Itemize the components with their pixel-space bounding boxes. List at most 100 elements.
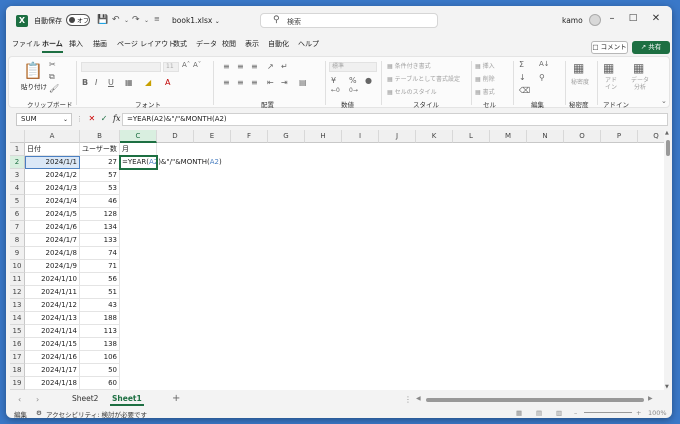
date-cell[interactable]: 2024/1/16	[25, 351, 80, 364]
scroll-right-icon[interactable]: ▶	[648, 395, 653, 402]
cell-styles-button[interactable]: ▦ セルのスタイル	[387, 87, 437, 96]
redo-dropdown-icon[interactable]: ⌄	[144, 17, 149, 24]
customize-toolbar-icon[interactable]: ≡	[154, 15, 160, 23]
tab-data[interactable]: データ	[196, 39, 217, 49]
select-all-corner[interactable]	[10, 130, 25, 143]
conditional-format-button[interactable]: ▦ 条件付き書式	[387, 61, 431, 70]
merge-cells-icon[interactable]: ▤	[299, 78, 307, 87]
user-count-cell[interactable]: 74	[80, 247, 120, 260]
column-header-d[interactable]: D	[157, 130, 194, 143]
column-header-c[interactable]: C	[120, 130, 157, 143]
name-box[interactable]: SUM ⌄	[16, 113, 72, 126]
percent-icon[interactable]: %	[349, 76, 357, 85]
row-header[interactable]: 13	[10, 299, 25, 312]
page-layout-view-icon[interactable]: ▤	[536, 409, 542, 417]
scroll-left-icon[interactable]: ◀	[416, 395, 421, 402]
prev-sheet-icon[interactable]: ‹	[18, 395, 21, 404]
copy-icon[interactable]: ⧉	[49, 72, 55, 82]
date-cell[interactable]: 2024/1/15	[25, 338, 80, 351]
date-cell[interactable]: 2024/1/10	[25, 273, 80, 286]
user-count-cell[interactable]: 56	[80, 273, 120, 286]
date-cell[interactable]: 2024/1/9	[25, 260, 80, 273]
column-header-p[interactable]: P	[601, 130, 638, 143]
align-top-icon[interactable]: ≡	[223, 62, 230, 71]
next-sheet-icon[interactable]: ›	[36, 395, 39, 404]
column-header-i[interactable]: I	[342, 130, 379, 143]
cell-c1[interactable]: 月	[120, 143, 157, 156]
align-middle-icon[interactable]: ≡	[237, 62, 244, 71]
tab-help[interactable]: ヘルプ	[298, 39, 319, 49]
minimize-icon[interactable]: –	[605, 13, 619, 24]
addins-icon[interactable]: ▦	[603, 61, 614, 75]
user-count-cell[interactable]: 188	[80, 312, 120, 325]
insert-cells-button[interactable]: ▦ 挿入	[475, 61, 495, 70]
row-header[interactable]: 17	[10, 351, 25, 364]
cell-b1[interactable]: ユーザー数	[80, 143, 120, 156]
format-as-table-button[interactable]: ▦ テーブルとして書式設定	[387, 74, 460, 83]
format-cells-button[interactable]: ▦ 書式	[475, 87, 495, 96]
row-header[interactable]: 14	[10, 312, 25, 325]
font-grow-icon[interactable]: Aˆ	[182, 61, 190, 69]
user-count-cell[interactable]: 134	[80, 221, 120, 234]
tab-page-layout[interactable]: ページ レイアウト	[117, 39, 175, 49]
align-center-icon[interactable]: ≡	[237, 78, 244, 87]
find-select-icon[interactable]: ⚲	[539, 73, 545, 82]
comma-icon[interactable]: ●	[365, 76, 372, 85]
column-header-f[interactable]: F	[231, 130, 268, 143]
tab-draw[interactable]: 描画	[93, 39, 107, 49]
date-cell[interactable]: 2024/1/7	[25, 234, 80, 247]
horizontal-scroll-thumb[interactable]	[426, 398, 644, 402]
align-left-icon[interactable]: ≡	[223, 78, 230, 87]
avatar[interactable]	[589, 14, 601, 26]
decrease-indent-icon[interactable]: ⇤	[267, 78, 274, 87]
zoom-in-icon[interactable]: +	[636, 409, 641, 417]
currency-icon[interactable]: ¥	[331, 76, 336, 85]
tab-automate[interactable]: 自動化	[268, 39, 289, 49]
sort-filter-icon[interactable]: A↓	[539, 60, 550, 68]
tab-view[interactable]: 表示	[245, 39, 259, 49]
sensitivity-button-label[interactable]: 秘密度	[571, 77, 589, 86]
bold-icon[interactable]: B	[82, 78, 88, 87]
row-header[interactable]: 3	[10, 169, 25, 182]
zoom-out-icon[interactable]: –	[574, 409, 577, 417]
row-header[interactable]: 4	[10, 182, 25, 195]
search-box[interactable]: ⚲ 検索	[260, 13, 438, 28]
user-count-cell[interactable]: 50	[80, 364, 120, 377]
column-header-h[interactable]: H	[305, 130, 342, 143]
format-painter-icon[interactable]: 🖌	[49, 84, 59, 93]
row-header[interactable]: 16	[10, 338, 25, 351]
column-header-n[interactable]: N	[527, 130, 564, 143]
column-header-l[interactable]: L	[453, 130, 490, 143]
data-analysis-icon[interactable]: ▦	[633, 61, 644, 75]
clear-icon[interactable]: ⌫	[519, 86, 530, 95]
insert-function-button[interactable]: fx	[113, 114, 120, 123]
column-header-o[interactable]: O	[564, 130, 601, 143]
italic-icon[interactable]: I	[95, 78, 97, 87]
user-count-cell[interactable]: 60	[80, 377, 120, 390]
user-count-cell[interactable]: 106	[80, 351, 120, 364]
date-cell[interactable]: 2024/1/13	[25, 312, 80, 325]
cell-a1[interactable]: 日付	[25, 143, 80, 156]
sensitivity-icon[interactable]: ▦	[573, 61, 584, 75]
tab-home[interactable]: ホーム	[42, 39, 63, 53]
normal-view-icon[interactable]: ▦	[516, 409, 522, 417]
row-header[interactable]: 5	[10, 195, 25, 208]
paste-label[interactable]: 貼り付け	[21, 81, 47, 91]
orientation-icon[interactable]: ↗	[267, 62, 274, 71]
tab-review[interactable]: 校閲	[222, 39, 236, 49]
spreadsheet-grid[interactable]: A B C D E F G H I J K L M N O P Q 1 日付 ユ…	[10, 130, 666, 390]
date-cell[interactable]: 2024/1/11	[25, 286, 80, 299]
delete-cells-button[interactable]: ▦ 削除	[475, 74, 495, 83]
user-count-cell[interactable]: 53	[80, 182, 120, 195]
zoom-slider[interactable]	[584, 412, 632, 413]
date-cell[interactable]: 2024/1/14	[25, 325, 80, 338]
user-count-cell[interactable]: 57	[80, 169, 120, 182]
paste-icon[interactable]: 📋	[23, 61, 43, 80]
active-cell-c2[interactable]: =YEAR(A2)&"/"&MONTH(A2)	[119, 155, 222, 170]
row-header[interactable]: 9	[10, 247, 25, 260]
fill-icon[interactable]: ↓	[519, 73, 526, 82]
zoom-level[interactable]: 100%	[648, 409, 667, 417]
comment-button[interactable]: □ コメント	[591, 41, 628, 54]
user-count-cell[interactable]: 51	[80, 286, 120, 299]
date-cell[interactable]: 2024/1/5	[25, 208, 80, 221]
